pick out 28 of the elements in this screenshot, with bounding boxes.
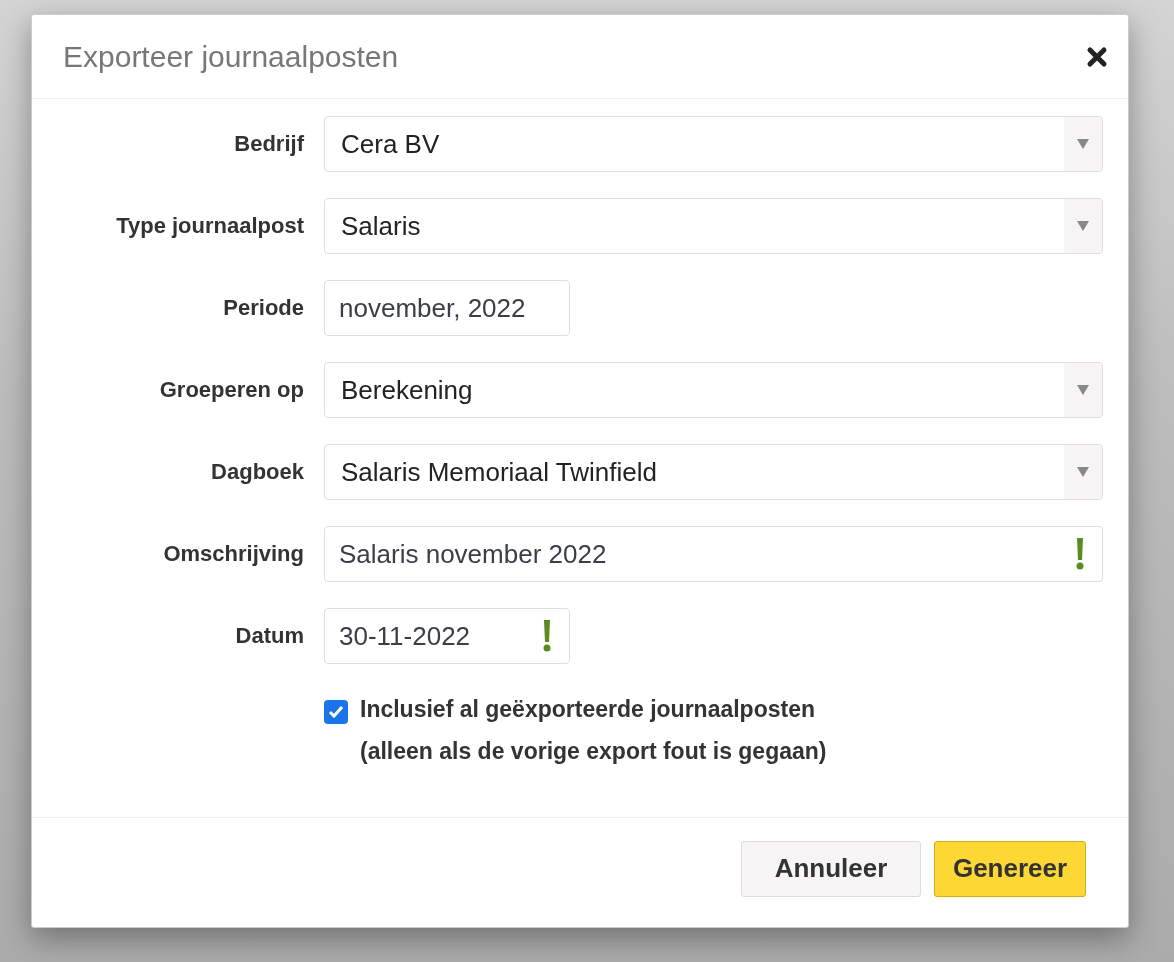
checkbox-label: Inclusief al geëxporteerde journaalposten	[360, 695, 816, 724]
field-label: Bedrijf	[233, 131, 304, 157]
select-field[interactable]: Salaris	[324, 198, 1103, 254]
exclamation-icon	[542, 619, 552, 653]
input-field[interactable]: Salaris november 2022	[324, 526, 1103, 582]
input-field[interactable]: november, 2022	[324, 280, 570, 336]
select-field[interactable]: Berekening	[324, 362, 1103, 418]
close-icon[interactable]	[1086, 45, 1108, 68]
checkbox[interactable]	[324, 700, 348, 724]
select-field[interactable]: Salaris Memoriaal Twinfield	[324, 444, 1103, 500]
field-label: Groeperen op	[158, 377, 304, 403]
caret-icon	[1077, 221, 1089, 231]
caret-icon	[1077, 467, 1089, 477]
field-label: Dagboek	[210, 459, 304, 485]
caret-icon	[1077, 385, 1089, 395]
field-label: Datum	[234, 623, 304, 649]
dialog-title: Exporteer journaalposten	[63, 39, 399, 74]
field-label: Periode	[222, 295, 304, 321]
field-label: Type journaalpost	[115, 213, 304, 239]
input-field[interactable]: 30-11-2022	[324, 608, 570, 664]
generate-button[interactable]: Genereer	[934, 840, 1086, 897]
checkbox-note: (alleen als de vorige export fout is gegaan)	[360, 737, 827, 766]
field-label: Omschrijving	[162, 541, 304, 567]
cancel-button[interactable]: Annuleer	[741, 840, 921, 897]
exclamation-icon	[1075, 537, 1085, 571]
caret-icon	[1077, 139, 1089, 149]
select-field[interactable]: Cera BV	[324, 116, 1103, 172]
checkmark-icon	[328, 705, 344, 719]
